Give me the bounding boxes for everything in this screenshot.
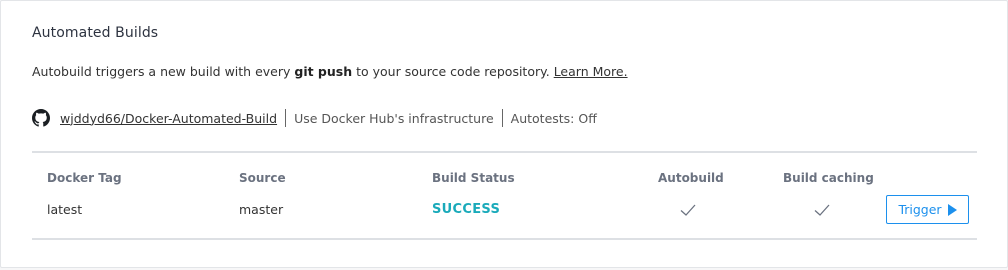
trigger-label: Trigger xyxy=(898,202,942,217)
status-badge: SUCCESS xyxy=(432,202,501,217)
description-suffix: to your source code repository. xyxy=(352,64,554,79)
description-prefix: Autobuild triggers a new build with ever… xyxy=(32,64,295,79)
header-autobuild: Autobuild xyxy=(658,171,724,185)
header-build-status: Build Status xyxy=(432,171,515,185)
trigger-button[interactable]: Trigger xyxy=(886,195,969,224)
learn-more-link[interactable]: Learn More. xyxy=(554,64,628,79)
repo-link[interactable]: wjddyd66/Docker-Automated-Build xyxy=(60,111,277,126)
divider xyxy=(285,109,287,127)
build-caching-check-icon xyxy=(814,204,830,216)
header-build-caching: Build caching xyxy=(783,171,874,185)
repo-info-row: wjddyd66/Docker-Automated-Build Use Dock… xyxy=(32,108,597,128)
section-title: Automated Builds xyxy=(32,25,159,41)
header-source: Source xyxy=(239,171,286,185)
cell-source: master xyxy=(239,202,284,217)
header-docker-tag: Docker Tag xyxy=(47,171,122,185)
section-description: Autobuild triggers a new build with ever… xyxy=(32,64,628,79)
table-bottom-border xyxy=(32,238,977,240)
automated-builds-card: Automated Builds Autobuild triggers a ne… xyxy=(0,0,1008,268)
infrastructure-label: Use Docker Hub's infrastructure xyxy=(294,110,494,126)
divider xyxy=(501,109,503,127)
description-bold: git push xyxy=(294,64,353,79)
table-top-border xyxy=(32,151,977,153)
play-icon xyxy=(947,203,957,216)
cell-docker-tag: latest xyxy=(47,202,83,217)
github-icon xyxy=(32,109,50,127)
autobuild-check-icon xyxy=(680,204,696,216)
autotests-label: Autotests: Off xyxy=(510,110,597,126)
